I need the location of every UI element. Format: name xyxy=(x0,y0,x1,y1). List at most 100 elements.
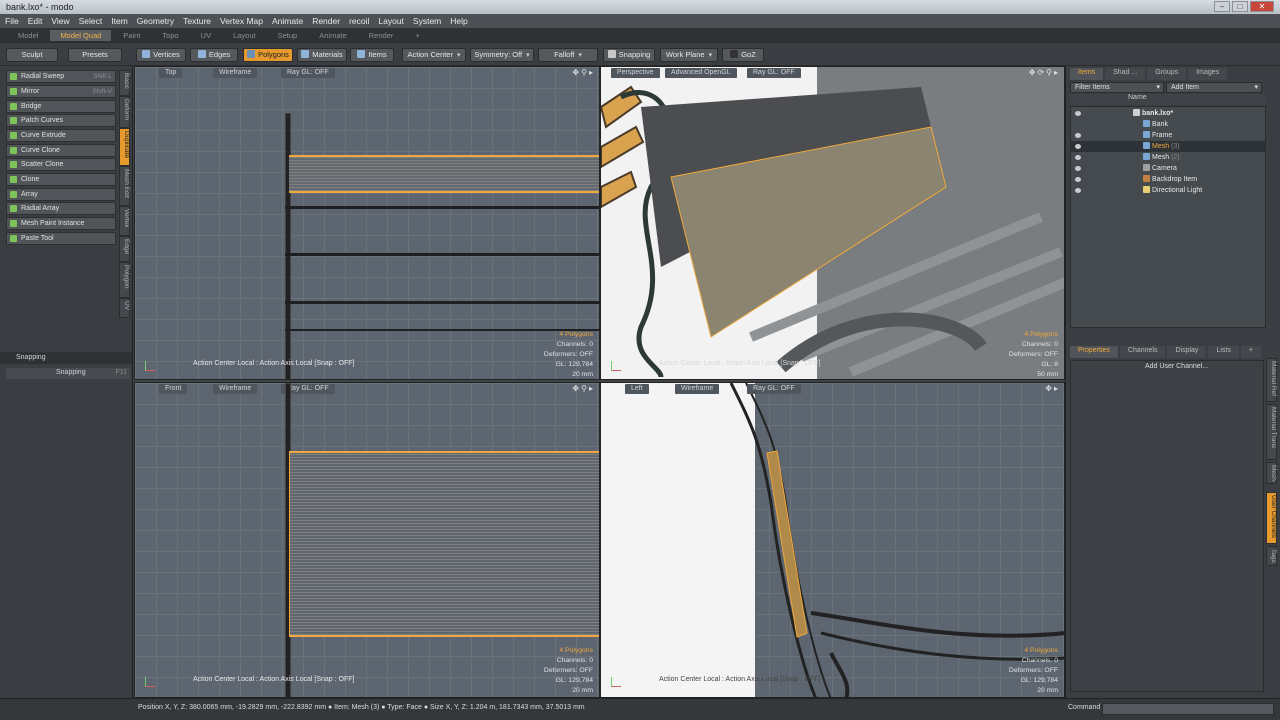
edges-button[interactable]: Edges xyxy=(190,48,238,62)
falloff-dropdown[interactable]: Falloff xyxy=(538,48,598,62)
filter-items-dropdown[interactable]: Filter Items xyxy=(1070,82,1164,93)
visibility-eye-icon[interactable] xyxy=(1075,155,1081,160)
command-input[interactable] xyxy=(1102,703,1274,715)
viewport-perspective[interactable]: Perspective Advanced OpenGL Ray GL: OFF … xyxy=(600,66,1065,380)
action-center-dropdown[interactable]: Action Center xyxy=(402,48,466,62)
work-plane-dropdown[interactable]: Work Plane xyxy=(660,48,718,62)
view-type-dropdown[interactable]: Left xyxy=(625,384,649,394)
radial-array-tool[interactable]: Radial Array xyxy=(6,202,116,215)
viewport-front[interactable]: Front Wireframe Ray GL: OFF ✥⚲▸ 4 Polygo… xyxy=(134,382,600,698)
visibility-eye-icon[interactable] xyxy=(1075,111,1081,116)
tree-row-mesh-2[interactable]: Mesh (2) xyxy=(1071,152,1265,163)
tree-row-frame[interactable]: Frame xyxy=(1071,130,1265,141)
tab-shader-tree[interactable]: Shad ... xyxy=(1105,68,1146,80)
sculpt-button[interactable]: Sculpt xyxy=(6,48,58,62)
symmetry-dropdown[interactable]: Symmetry: Off xyxy=(470,48,534,62)
tab-layout[interactable]: Layout xyxy=(223,30,266,41)
tab-topo[interactable]: Topo xyxy=(152,30,188,41)
patch-curves-tool[interactable]: Patch Curves xyxy=(6,114,116,127)
tab-display[interactable]: Display xyxy=(1167,346,1207,358)
curve-extrude-tool[interactable]: Curve Extrude xyxy=(6,129,116,142)
menu-view[interactable]: View xyxy=(51,16,69,26)
curve-clone-tool[interactable]: Curve Clone xyxy=(6,144,116,157)
menu-select[interactable]: Select xyxy=(79,16,103,26)
tree-row-directional-light[interactable]: Directional Light xyxy=(1071,185,1265,196)
tab-model[interactable]: Model xyxy=(8,30,48,41)
tab-items[interactable]: Items xyxy=(1070,68,1104,80)
menu-layout[interactable]: Layout xyxy=(378,16,404,26)
polygons-button[interactable]: Polygons xyxy=(243,48,293,62)
visibility-eye-icon[interactable] xyxy=(1075,133,1081,138)
menu-vertex-map[interactable]: Vertex Map xyxy=(220,16,263,26)
side-tab-mesh-edit[interactable]: Mesh Edit xyxy=(119,166,130,206)
tree-row-bank[interactable]: Bank xyxy=(1071,119,1265,130)
side-tab-basic[interactable]: Basic xyxy=(119,70,130,96)
visibility-eye-icon[interactable] xyxy=(1075,188,1081,193)
tree-row-mesh-3[interactable]: Mesh (3) xyxy=(1071,141,1265,152)
viewport-nav-icons[interactable]: ✥▸ xyxy=(1045,384,1060,393)
array-tool[interactable]: Array xyxy=(6,188,116,201)
menu-recoil[interactable]: recoil xyxy=(349,16,369,26)
side-tab-edge[interactable]: Edge xyxy=(119,236,130,262)
menu-item[interactable]: Item xyxy=(111,16,128,26)
side-tab-duplicate[interactable]: Duplicate xyxy=(119,128,130,166)
raygl-toggle[interactable]: Ray GL: OFF xyxy=(747,68,801,78)
add-panel-tab-button[interactable]: + xyxy=(1240,346,1261,358)
tab-channels[interactable]: Channels xyxy=(1119,346,1166,358)
mirror-tool[interactable]: Mirror Shift-V xyxy=(6,85,116,98)
clone-tool[interactable]: Clone xyxy=(6,173,116,186)
raygl-toggle[interactable]: Ray GL: OFF xyxy=(281,68,335,78)
scatter-clone-tool[interactable]: Scatter Clone xyxy=(6,158,116,171)
tab-animate[interactable]: Animate xyxy=(309,30,357,41)
mesh-paint-instance-tool[interactable]: Mesh Paint Instance xyxy=(6,217,116,230)
snapping-section-header[interactable]: Snapping xyxy=(0,352,132,364)
tab-images[interactable]: Images xyxy=(1188,68,1228,80)
goz-button[interactable]: GoZ xyxy=(722,48,764,62)
presets-button[interactable]: Presets xyxy=(68,48,122,62)
add-item-dropdown[interactable]: Add Item xyxy=(1166,82,1262,93)
viewport-nav-icons[interactable]: ✥⚲▸ xyxy=(572,384,595,393)
snapping-toggle[interactable]: Snapping F11 xyxy=(6,368,130,379)
viewport-top[interactable]: Top Wireframe Ray GL: OFF ✥⚲▸ 4 Polygons… xyxy=(134,66,600,380)
shading-dropdown[interactable]: Wireframe xyxy=(675,384,720,394)
side-tab-vertex[interactable]: Vertex xyxy=(119,206,130,236)
shading-dropdown[interactable]: Advanced OpenGL xyxy=(665,68,737,78)
tab-properties[interactable]: Properties xyxy=(1070,346,1118,358)
menu-render[interactable]: Render xyxy=(312,16,340,26)
items-button[interactable]: Items xyxy=(350,48,394,62)
tab-setup[interactable]: Setup xyxy=(268,30,308,41)
raygl-toggle[interactable]: Ray GL: OFF xyxy=(747,384,801,394)
paste-tool[interactable]: Paste Tool xyxy=(6,232,116,245)
side-tab-polygon[interactable]: Polygon xyxy=(119,262,130,298)
tab-paint[interactable]: Paint xyxy=(113,30,150,41)
shading-dropdown[interactable]: Wireframe xyxy=(213,384,258,394)
viewport-nav-icons[interactable]: ✥⟳⚲▸ xyxy=(1029,68,1060,77)
side-tab-user-channels[interactable]: User Channels xyxy=(1266,492,1277,544)
tree-row-camera[interactable]: Camera xyxy=(1071,163,1265,174)
add-user-channel-button[interactable]: Add User Channel... xyxy=(1145,363,1208,370)
tree-row-backdrop[interactable]: Backdrop Item xyxy=(1071,174,1265,185)
view-type-dropdown[interactable]: Front xyxy=(159,384,188,394)
view-type-dropdown[interactable]: Perspective xyxy=(611,68,660,78)
side-tab-material-trans[interactable]: Material Trans xyxy=(1266,404,1277,460)
side-tab-uv[interactable]: UV xyxy=(119,298,130,318)
visibility-eye-icon[interactable] xyxy=(1075,177,1081,182)
menu-help[interactable]: Help xyxy=(450,16,467,26)
maximize-icon[interactable]: □ xyxy=(1232,1,1248,12)
materials-button[interactable]: Materials xyxy=(297,48,347,62)
menu-system[interactable]: System xyxy=(413,16,441,26)
tab-groups[interactable]: Groups xyxy=(1147,68,1187,80)
visibility-eye-icon[interactable] xyxy=(1075,166,1081,171)
bridge-tool[interactable]: Bridge xyxy=(6,100,116,113)
tab-model-quad[interactable]: Model Quad xyxy=(50,29,112,41)
radial-sweep-tool[interactable]: Radial Sweep Shift-L xyxy=(6,70,116,83)
menu-file[interactable]: File xyxy=(5,16,19,26)
close-icon[interactable]: ✕ xyxy=(1250,1,1274,12)
side-tab-material-ref[interactable]: Material Ref xyxy=(1266,358,1277,402)
add-tab-button[interactable]: + xyxy=(405,30,429,41)
name-column-header[interactable]: Name xyxy=(1128,94,1147,101)
minimize-icon[interactable]: – xyxy=(1214,1,1230,12)
vertices-button[interactable]: Vertices xyxy=(136,48,186,62)
visibility-eye-icon[interactable] xyxy=(1075,144,1081,149)
snapping-button[interactable]: Snapping xyxy=(603,48,655,62)
